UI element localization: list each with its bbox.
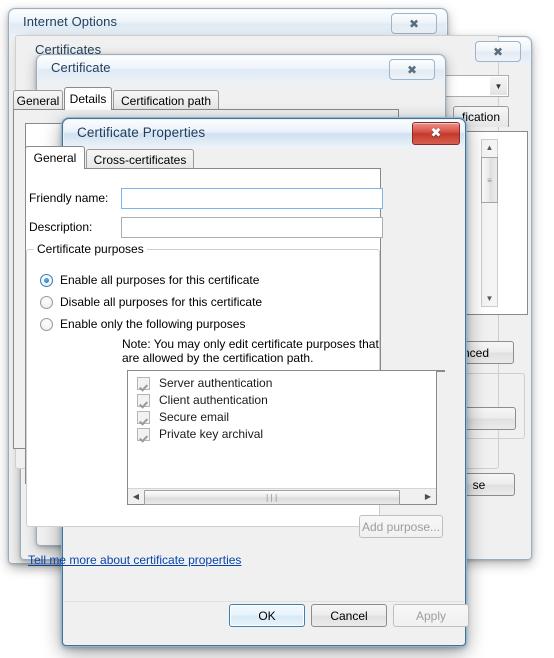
checkbox-icon[interactable] [137,410,150,424]
dialog-certificate-properties[interactable]: Certificate Properties ✖ General Cross-c… [25,118,469,646]
ok-button[interactable]: OK [229,604,305,627]
screen: Internet Options ✖ Certificates ✖ ▼ fica… [0,0,554,658]
cancel-button[interactable]: Cancel [311,604,387,627]
scroll-left-icon[interactable]: ◀ [128,489,144,504]
scroll-right-icon[interactable]: ▶ [420,489,436,504]
button-label: Add purpose... [361,519,441,534]
scroll-thumb[interactable]: ≡ [481,157,498,203]
checkbox-icon[interactable] [137,427,150,441]
purpose-label: Server authentication [159,376,273,390]
radio-icon[interactable] [40,295,53,309]
purpose-label: Secure email [159,410,230,424]
dialog-title: Certificate Properties [77,125,206,140]
window-title-certificate: Certificate [51,60,111,75]
purpose-item-2[interactable]: Secure email [137,410,229,424]
purposes-note: Note: You may only edit certificate purp… [122,337,379,365]
tab-label: Details [69,92,107,106]
friendly-name-label: Friendly name: [29,191,109,205]
tab-general[interactable]: General [13,90,63,110]
radio-icon[interactable] [40,317,53,331]
dialog-tabs: General Cross-certificates [25,146,381,169]
certificates-list-scrollbar[interactable]: ▲ ≡ ▼ [481,139,498,307]
radio-enable-only-following[interactable]: Enable only the following purposes [40,317,245,331]
description-input[interactable] [121,217,383,238]
close-button-dialog[interactable]: ✖ [412,122,460,145]
tab-general[interactable]: General [25,146,85,169]
help-link[interactable]: Tell me more about certificate propertie… [28,553,241,567]
radio-label: Enable all purposes for this certificate [60,273,260,287]
button-label: se [472,477,486,492]
grip-icon: ∣∣∣ [265,493,279,502]
radio-enable-all[interactable]: Enable all purposes for this certificate [40,273,259,287]
close-button-internet-options[interactable]: ✖ [391,13,437,34]
chevron-down-icon[interactable]: ▼ [490,77,507,95]
tab-label: General [16,93,60,108]
purposes-list-hscrollbar[interactable]: ◀ ∣∣∣ ▶ [128,488,436,505]
radio-icon[interactable] [40,273,53,287]
close-button-certificate[interactable]: ✖ [389,59,435,80]
radio-label: Enable only the following purposes [60,317,246,331]
certificates-view-button[interactable] [458,407,516,430]
scroll-track[interactable]: ∣∣∣ [144,489,420,505]
purpose-item-0[interactable]: Server authentication [137,376,272,390]
tab-details[interactable]: Details [64,87,112,110]
window-title-internet-options: Internet Options [23,14,118,29]
checkbox-icon[interactable] [137,376,150,390]
button-label: Cancel [330,608,368,623]
tab-label: Certification path [120,93,212,108]
tab-cross-certificates[interactable]: Cross-certificates [86,149,194,169]
radio-disable-all[interactable]: Disable all purposes for this certificat… [40,295,262,309]
tab-label: General [33,151,77,165]
close-icon: ✖ [492,44,504,59]
button-label: Apply [415,608,447,623]
button-label: OK [258,608,276,623]
close-icon: ✖ [408,16,420,31]
certificate-tabs: General Details Certification path [13,87,399,110]
radio-label: Disable all purposes for this certificat… [60,295,263,309]
certificate-purposes-legend: Certificate purposes [34,242,147,256]
tab-label: Cross-certificates [93,152,187,167]
close-button-certificates[interactable]: ✖ [475,41,521,62]
purpose-item-3[interactable]: Private key archival [137,427,263,441]
apply-button[interactable]: Apply [393,604,469,627]
friendly-name-input[interactable] [121,188,383,209]
description-label: Description: [29,220,93,234]
scroll-up-icon[interactable]: ▲ [482,140,497,155]
add-purpose-button[interactable]: Add purpose... [359,515,443,538]
tab-label: fication [462,110,501,124]
close-icon: ✖ [430,126,442,141]
grip-icon: ≡ [487,175,492,185]
scroll-thumb[interactable]: ∣∣∣ [144,490,400,505]
purpose-label: Private key archival [159,427,264,441]
button-label: nced [462,345,490,360]
scroll-down-icon[interactable]: ▼ [482,291,497,306]
purpose-label: Client authentication [159,393,268,407]
close-icon: ✖ [406,62,418,77]
tab-certification-path[interactable]: Certification path [113,90,219,110]
checkbox-icon[interactable] [137,393,150,407]
purpose-item-1[interactable]: Client authentication [137,393,268,407]
